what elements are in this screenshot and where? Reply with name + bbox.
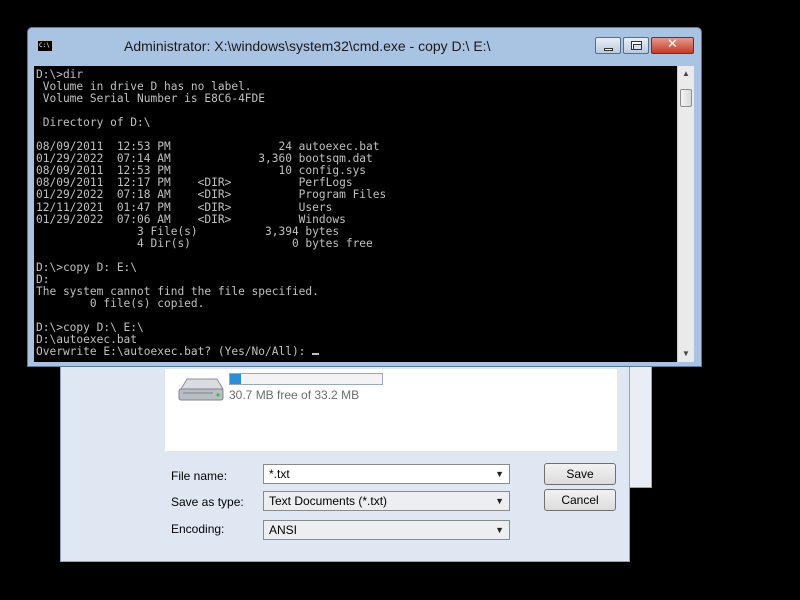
console-line: 4 Dir(s) 0 bytes free (36, 236, 373, 250)
console-line: D:\autoexec.bat (36, 333, 138, 347)
encoding-dropdown-icon[interactable]: ▼ (495, 521, 504, 539)
drive-free-space-text: 30.7 MB free of 33.2 MB (229, 388, 360, 402)
console-line: 0 file(s) copied. (36, 296, 205, 310)
minimize-icon (604, 48, 613, 51)
console-line: Directory of D:\ (36, 116, 151, 130)
console-line: 3 File(s) 3,394 bytes (36, 224, 340, 238)
console-line: 12/11/2021 01:47 PM <DIR> Users (36, 200, 333, 214)
console-line: 08/09/2011 12:53 PM 10 config.sys (36, 164, 367, 178)
cancel-button[interactable]: Cancel (544, 489, 616, 511)
save-as-dialog: 30.7 MB free of 33.2 MB File name: *.txt… (60, 350, 630, 562)
save-as-type-dropdown-icon[interactable]: ▼ (495, 492, 504, 510)
file-name-dropdown-icon[interactable]: ▼ (495, 465, 504, 483)
encoding-label: Encoding: (171, 522, 225, 536)
file-name-value: *.txt (269, 467, 290, 481)
drive-icon (178, 378, 224, 401)
close-icon: ✕ (667, 37, 678, 52)
console-line: D:\>copy D:\ E:\ (36, 320, 144, 334)
cmd-window[interactable]: C:\ Administrator: X:\windows\system32\c… (27, 27, 702, 367)
console-output[interactable]: D:\>dir Volume in drive D has no label. … (34, 66, 677, 362)
maximize-icon (631, 41, 642, 50)
close-button[interactable]: ✕ (651, 37, 694, 54)
console-line: D:\>copy D: E:\ (36, 260, 138, 274)
maximize-button[interactable] (623, 37, 649, 54)
save-as-type-label: Save as type: (171, 495, 244, 509)
drive-usage-fill (230, 374, 242, 384)
console-line: 08/09/2011 12:17 PM <DIR> PerfLogs (36, 176, 353, 190)
title-bar[interactable]: C:\ Administrator: X:\windows\system32\c… (28, 28, 701, 58)
file-name-label: File name: (171, 469, 228, 483)
file-name-input[interactable]: *.txt ▼ (263, 464, 510, 484)
console-line: Volume in drive D has no label. (36, 80, 252, 94)
minimize-button[interactable] (595, 37, 621, 54)
encoding-select[interactable]: ANSI ▼ (263, 520, 510, 540)
scrollbar-thumb[interactable] (680, 89, 692, 107)
console-line: 01/29/2022 07:14 AM 3,360 bootsqm.dat (36, 152, 373, 166)
console-line: The system cannot find the file specifie… (36, 284, 319, 298)
console-line: 01/29/2022 07:06 AM <DIR> Windows (36, 212, 346, 226)
scroll-down-icon[interactable]: ▼ (678, 346, 694, 362)
console-line: D:\>dir (36, 68, 84, 81)
console-line: Volume Serial Number is E8C6-4FDE (36, 92, 266, 106)
drive-usage-bar (229, 373, 383, 385)
console-line: 08/09/2011 12:53 PM 24 autoexec.bat (36, 140, 380, 154)
vertical-scrollbar[interactable]: ▲ ▼ (677, 66, 694, 362)
window-title: Administrator: X:\windows\system32\cmd.e… (124, 38, 491, 54)
console-text: D:\>dir Volume in drive D has no label. … (34, 66, 677, 358)
console-line: D: (36, 272, 50, 286)
save-as-type-select[interactable]: Text Documents (*.txt) ▼ (263, 491, 510, 511)
scroll-up-icon[interactable]: ▲ (678, 66, 694, 82)
cmd-icon[interactable]: C:\ (37, 40, 53, 52)
drive-panel[interactable]: 30.7 MB free of 33.2 MB (165, 369, 617, 451)
save-button[interactable]: Save (544, 463, 616, 485)
encoding-value: ANSI (269, 523, 298, 537)
text-cursor (312, 353, 320, 356)
console-line: 01/29/2022 07:18 AM <DIR> Program Files (36, 188, 387, 202)
save-as-type-value: Text Documents (*.txt) (269, 494, 388, 508)
console-line: Overwrite E:\autoexec.bat? (Yes/No/All): (36, 345, 313, 359)
